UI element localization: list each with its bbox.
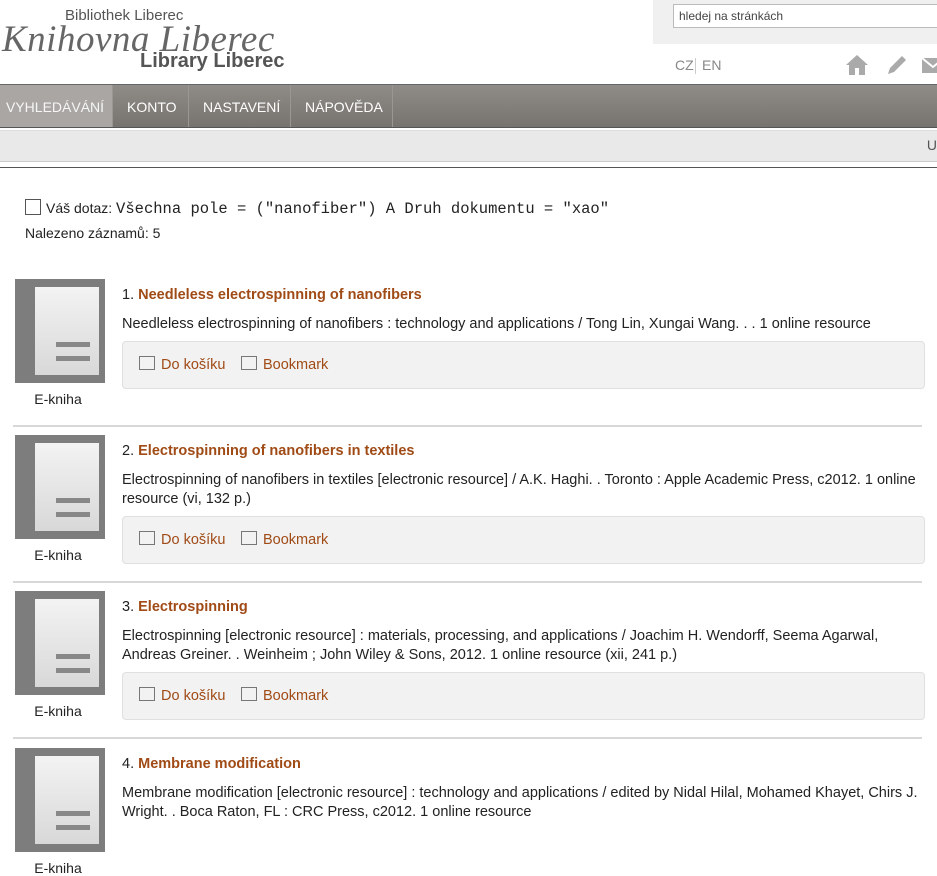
bookmark-button[interactable]: Bookmark (241, 356, 328, 373)
result-number: 1. (122, 287, 135, 303)
bookmark-icon (241, 687, 257, 701)
bookmark-icon (241, 531, 257, 545)
add-to-cart-label: Do košíku (161, 357, 226, 373)
result-number: 4. (122, 756, 135, 772)
result-item: E-kniha 2. Electrospinning of nanofibers… (13, 435, 925, 585)
add-to-cart-button[interactable]: Do košíku (139, 531, 225, 548)
logo-bottom-text: Library Liberec (140, 50, 285, 72)
subbar-edge-text[interactable]: U (927, 137, 937, 153)
result-description: Membrane modification [electronic resour… (122, 785, 918, 820)
result-separator (13, 737, 922, 739)
add-to-cart-button[interactable]: Do košíku (139, 687, 225, 704)
result-title: 4. Membrane modification (122, 756, 301, 772)
result-actions: Do košíku Bookmark (122, 341, 925, 389)
result-title: 1. Needleless electrospinning of nanofib… (122, 287, 422, 303)
nav-item-settings[interactable]: NASTAVENÍ (189, 85, 291, 127)
bookmark-icon (241, 356, 257, 370)
book-cover-icon[interactable] (15, 591, 105, 695)
doc-type-label: E-kniha (34, 391, 82, 407)
bookmark-label: Bookmark (263, 357, 329, 373)
book-cover-icon[interactable] (15, 435, 105, 539)
result-description: Electrospinning [electronic resource] : … (122, 628, 879, 663)
result-title-link[interactable]: Electrospinning (138, 599, 248, 615)
result-item: E-kniha 1. Needleless electrospinning of… (13, 279, 925, 429)
result-number: 2. (122, 443, 135, 459)
mail-icon[interactable] (920, 52, 937, 78)
basket-icon (139, 687, 155, 701)
main-nav: VYHLEDÁVÁNÍ KONTO NASTAVENÍ NÁPOVĚDA (0, 84, 937, 128)
doc-type-label: E-kniha (34, 703, 82, 719)
book-cover-icon[interactable] (15, 279, 105, 383)
query-label: Váš dotaz: (46, 200, 113, 216)
result-description: Needleless electrospinning of nanofibers… (122, 316, 871, 332)
bookmark-label: Bookmark (263, 688, 329, 704)
bookmark-button[interactable]: Bookmark (241, 687, 328, 704)
doc-type-label: E-kniha (34, 860, 82, 876)
result-title-link[interactable]: Needleless electrospinning of nanofibers (138, 287, 422, 303)
search-input[interactable] (673, 4, 937, 28)
query-summary: Váš dotaz: Všechna pole = ("nanofiber") … (25, 199, 609, 218)
result-count: Nalezeno záznamů: 5 (25, 225, 161, 241)
result-title-link[interactable]: Electrospinning of nanofibers in textile… (138, 443, 414, 459)
result-item: E-kniha 4. Membrane modification Membran… (13, 748, 922, 876)
result-title: 3. Electrospinning (122, 599, 248, 615)
result-description: Electrospinning of nanofibers in textile… (122, 472, 916, 507)
divider (0, 167, 937, 168)
lang-en-link[interactable]: EN (702, 57, 721, 73)
nav-item-help[interactable]: NÁPOVĚDA (291, 85, 393, 127)
nav-item-account[interactable]: KONTO (113, 85, 189, 127)
result-separator (13, 581, 922, 583)
result-actions: Do košíku Bookmark (122, 672, 925, 720)
basket-icon (139, 531, 155, 545)
result-item: E-kniha 3. Electrospinning Electrospinni… (13, 591, 925, 741)
header: Bibliothek Liberec Knihovna Liberec Libr… (0, 0, 937, 84)
lang-separator (695, 58, 696, 74)
home-icon[interactable] (844, 52, 870, 78)
doc-type-label: E-kniha (34, 547, 82, 563)
pencil-icon[interactable] (884, 52, 910, 78)
bookmark-button[interactable]: Bookmark (241, 531, 328, 548)
nav-item-search[interactable]: VYHLEDÁVÁNÍ (0, 85, 113, 127)
add-to-cart-label: Do košíku (161, 532, 226, 548)
add-to-cart-label: Do košíku (161, 688, 226, 704)
sub-toolbar: U (0, 130, 937, 162)
bookmark-label: Bookmark (263, 532, 329, 548)
add-to-cart-button[interactable]: Do košíku (139, 356, 225, 373)
book-cover-icon[interactable] (15, 748, 105, 852)
result-title-link[interactable]: Membrane modification (138, 756, 301, 772)
query-value: Všechna pole = ("nanofiber") A Druh doku… (116, 200, 610, 218)
rss-icon[interactable] (25, 199, 41, 215)
basket-icon (139, 356, 155, 370)
result-actions: Do košíku Bookmark (122, 516, 925, 564)
lang-cz-link[interactable]: CZ (675, 57, 694, 73)
result-separator (13, 425, 922, 427)
result-title: 2. Electrospinning of nanofibers in text… (122, 443, 414, 459)
result-number: 3. (122, 599, 135, 615)
